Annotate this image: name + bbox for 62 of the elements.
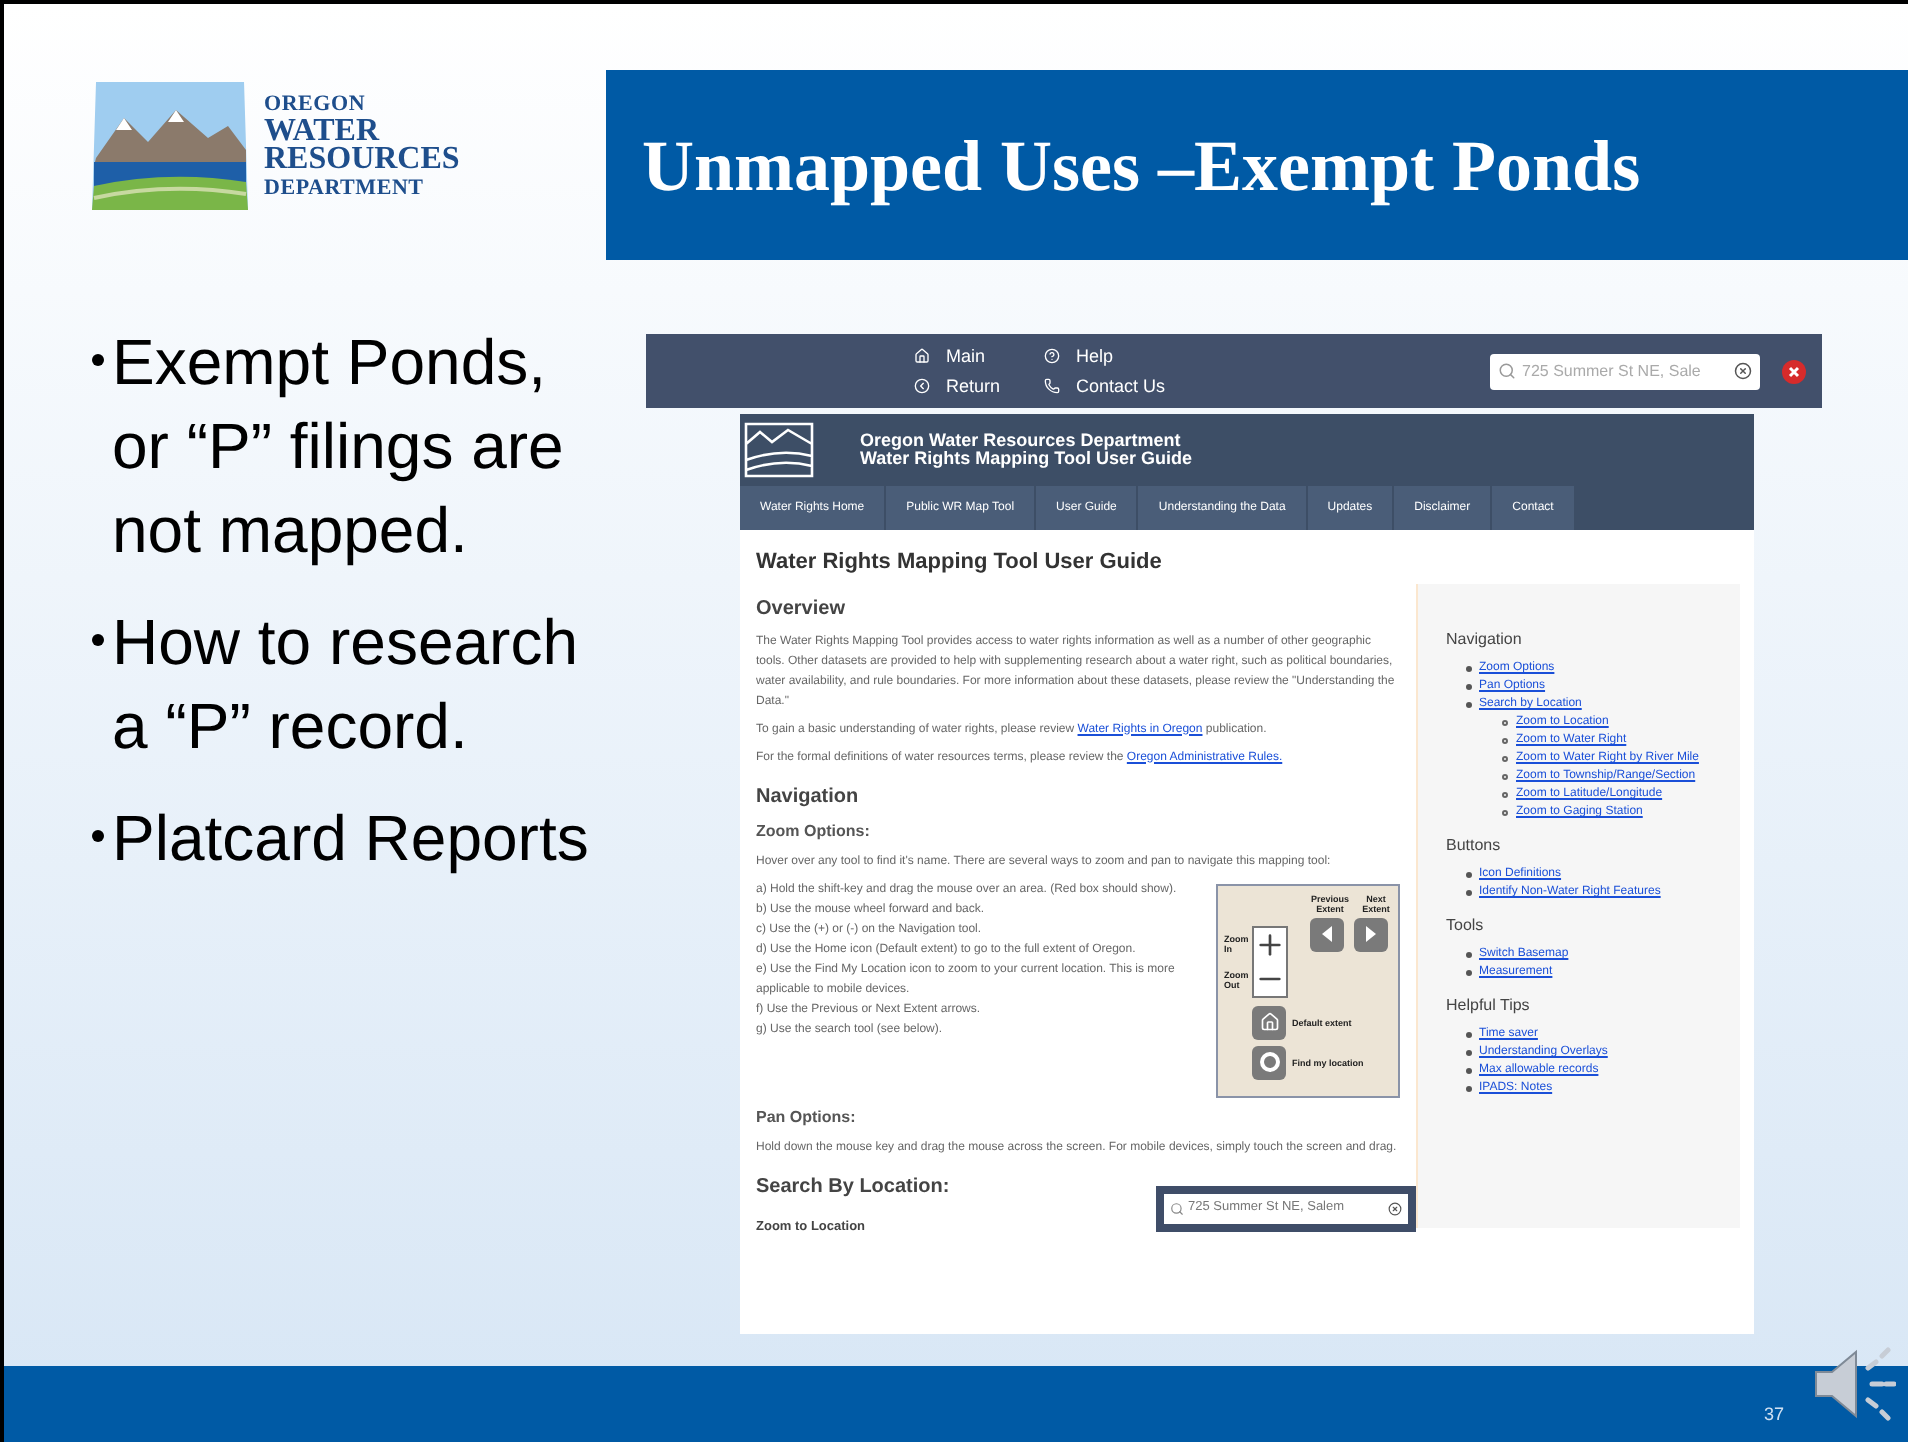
help-icon <box>1044 348 1061 364</box>
locate-button[interactable] <box>1252 1045 1286 1079</box>
home-icon <box>914 348 930 364</box>
clear-icon[interactable] <box>1388 1201 1402 1215</box>
circle-bullet-icon <box>1502 738 1508 744</box>
circle-bullet-icon <box>1502 720 1508 726</box>
circle-bullet-icon <box>1502 810 1508 816</box>
toolbar-link[interactable]: Help <box>1044 344 1166 368</box>
bullet-icon <box>1466 970 1471 975</box>
landscape-logo-icon <box>744 420 816 480</box>
speaker-icon[interactable] <box>1812 1344 1896 1424</box>
bullet-icon <box>1466 666 1471 671</box>
toolbar-link[interactable]: Contact Us <box>1044 374 1166 398</box>
logo-wordmark: WATER <box>264 118 380 146</box>
toolbar-link[interactable]: Main <box>914 344 1001 368</box>
sidebar-heading: Helpful Tips <box>1446 994 1532 1018</box>
bullet-icon <box>1466 890 1471 895</box>
search-placeholder: 725 Summer St NE, Sale <box>1522 359 1703 383</box>
previous-extent-button[interactable] <box>1310 917 1344 951</box>
bullet-icon <box>92 354 104 366</box>
sidebar-heading: Tools <box>1446 914 1486 938</box>
bullet-icon <box>92 634 104 646</box>
close-icon[interactable] <box>1782 359 1806 383</box>
home-button[interactable] <box>1252 1005 1286 1039</box>
section-heading: Navigation <box>756 783 861 811</box>
circle-bullet-icon <box>1502 792 1508 798</box>
home-icon <box>1259 1012 1279 1032</box>
toolbar-link[interactable]: Return <box>914 374 1001 398</box>
phone-icon <box>1044 378 1061 394</box>
bullet-text: How to research a “P” record. <box>112 604 580 766</box>
next-extent-button[interactable] <box>1354 917 1388 951</box>
site-title: Oregon Water Resources Department <box>860 432 1183 450</box>
bullet-icon <box>1466 684 1471 689</box>
bullet-icon <box>1466 702 1471 707</box>
page-title: Water Rights Mapping Tool User Guide <box>756 548 1164 578</box>
logo-wordmark: RESOURCES <box>264 146 460 174</box>
circle-bullet-icon <box>1502 774 1508 780</box>
bullet-text: Exempt Ponds, or “P” filings are not mapped. <box>112 324 566 570</box>
back-icon <box>914 378 930 394</box>
site-subtitle: Water Rights Mapping Tool User Guide <box>860 450 1193 468</box>
circle-bullet-icon <box>1502 756 1508 762</box>
section-heading: Overview <box>756 595 847 623</box>
logo-wordmark: DEPARTMENT <box>264 174 426 202</box>
subsection-heading: Zoom Options: <box>756 819 872 843</box>
page-number: 37 <box>1763 1402 1784 1429</box>
sidebar-heading: Buttons <box>1446 834 1503 858</box>
subsection-heading: Pan Options: <box>756 1105 858 1129</box>
logo-wordmark: OREGON <box>264 90 368 118</box>
slide-title: Unmapped Uses –Exempt Ponds <box>642 123 1641 210</box>
bullet-text: Platcard Reports <box>112 800 591 878</box>
bullet-icon <box>1466 952 1471 957</box>
bullet-icon <box>1466 1068 1471 1073</box>
search-icon <box>1498 362 1516 380</box>
bullet-icon <box>1466 1032 1471 1037</box>
section-heading: Search By Location: <box>756 1173 952 1201</box>
bullet-icon <box>1466 872 1471 877</box>
bullet-icon <box>1466 1086 1471 1091</box>
bullet-icon <box>92 830 104 842</box>
sidebar-heading: Navigation <box>1446 628 1524 652</box>
search-icon <box>1170 1201 1184 1215</box>
bullet-icon <box>1466 1050 1471 1055</box>
clear-icon[interactable] <box>1734 362 1752 380</box>
